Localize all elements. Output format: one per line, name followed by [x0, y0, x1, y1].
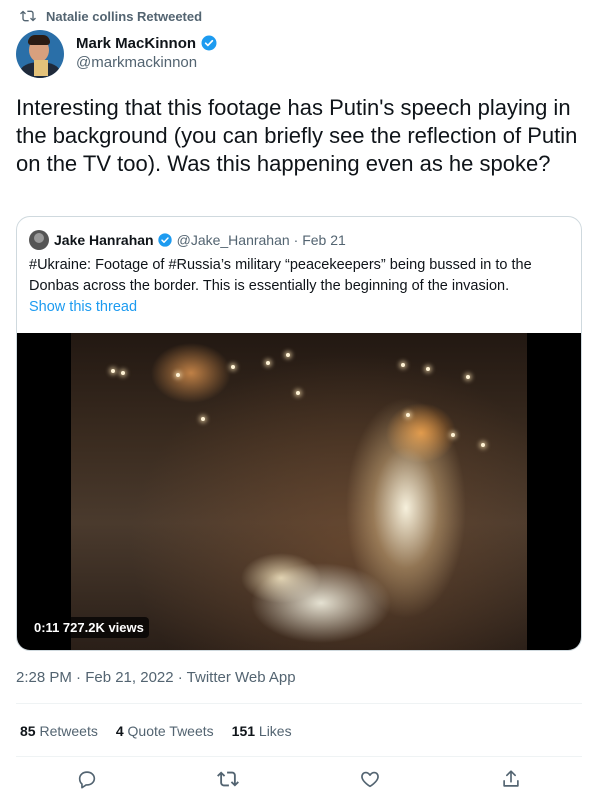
quoted-date: · Feb 21 [293, 232, 346, 248]
verified-badge-icon [157, 233, 172, 247]
author-display-name: Mark MacKinnon [76, 34, 197, 52]
quote-tweets-stat[interactable]: 4 Quote Tweets [116, 723, 214, 739]
tweet-stats: 85 Retweets 4 Quote Tweets 151 Likes [20, 723, 292, 739]
avatar[interactable] [16, 30, 64, 78]
reply-icon[interactable] [76, 768, 98, 790]
likes-stat[interactable]: 151 Likes [232, 723, 292, 739]
divider [16, 756, 582, 757]
retweeted-by-bar[interactable]: Natalie collins Retweeted [20, 8, 202, 24]
quoted-author-name: Jake Hanrahan [54, 232, 154, 248]
retweets-stat[interactable]: 85 Retweets [20, 723, 98, 739]
quoted-author-handle: @Jake_Hanrahan [176, 232, 290, 248]
tweet-actions [16, 768, 582, 790]
quoted-tweet-header: Jake Hanrahan @Jake_Hanrahan · Feb 21 [29, 230, 346, 250]
tweet-timestamp[interactable]: 2:28 PM · Feb 21, 2022 · Twitter Web App [16, 669, 296, 686]
tweet-author: Mark MacKinnon @markmackinnon [16, 30, 218, 78]
show-thread-link[interactable]: Show this thread [29, 299, 137, 315]
verified-badge-icon [201, 35, 217, 51]
share-icon[interactable] [500, 768, 522, 790]
video-frame [71, 333, 527, 650]
quoted-tweet-text: #Ukraine: Footage of #Russia’s military … [29, 257, 532, 294]
divider [16, 703, 582, 704]
author-name[interactable]: Mark MacKinnon [76, 34, 218, 52]
tweet-text: Interesting that this footage has Putin'… [16, 95, 578, 176]
video-player[interactable]: 0:11 727.2K views [17, 333, 581, 650]
retweeted-by-text: Natalie collins Retweeted [46, 8, 203, 24]
retweet-icon[interactable] [217, 768, 240, 790]
video-duration-views: 0:11 727.2K views [29, 617, 149, 638]
heart-icon[interactable] [359, 768, 381, 790]
quoted-tweet[interactable]: Jake Hanrahan @Jake_Hanrahan · Feb 21 #U… [16, 216, 582, 651]
quoted-avatar [29, 230, 49, 250]
author-handle[interactable]: @markmackinnon [76, 54, 218, 71]
retweet-icon [20, 10, 36, 22]
